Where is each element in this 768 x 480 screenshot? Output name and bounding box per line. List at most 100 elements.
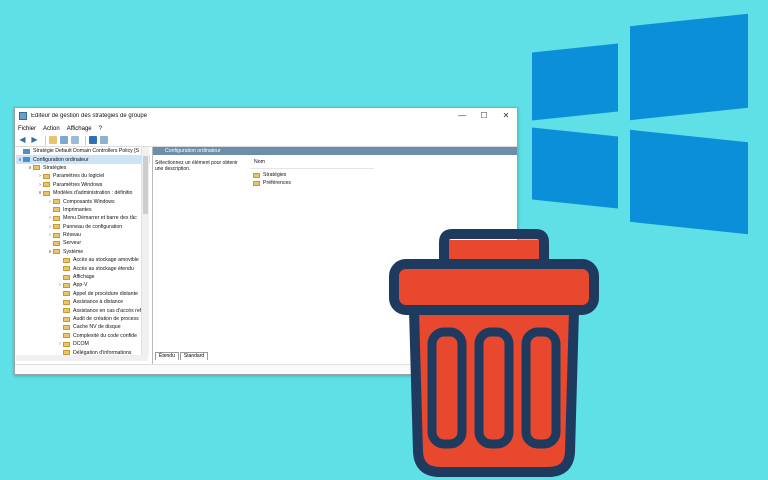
back-arrow-icon[interactable]: ◀ bbox=[18, 136, 27, 144]
folder-icon bbox=[43, 173, 50, 179]
folder-icon bbox=[63, 299, 70, 305]
menu-fichier[interactable]: Fichier bbox=[18, 126, 36, 132]
details-list: Nom Stratégies Préférences bbox=[250, 158, 374, 187]
tree-item[interactable]: Accès au stockage étendu bbox=[16, 264, 150, 272]
trash-slot bbox=[427, 327, 467, 449]
folder-icon bbox=[53, 232, 60, 238]
tree-item-label: Paramètres Windows bbox=[53, 181, 103, 188]
folder-up-icon[interactable] bbox=[49, 136, 57, 144]
windows-logo bbox=[530, 8, 768, 235]
tree-horizontal-scrollbar[interactable] bbox=[16, 355, 148, 361]
scroll-thumb[interactable] bbox=[143, 156, 148, 214]
tree-item[interactable]: Appel de procédure distante bbox=[16, 290, 150, 298]
tree-item[interactable]: ∨ Modèles d'administration : définitio bbox=[16, 189, 150, 197]
list-item[interactable]: Stratégies bbox=[250, 171, 374, 179]
tree-item-label: Imprimantes bbox=[63, 206, 92, 213]
maximize-button[interactable]: ☐ bbox=[473, 111, 495, 120]
export-list-icon[interactable] bbox=[71, 136, 79, 144]
toolbar: ◀ ▶ bbox=[15, 134, 517, 147]
trash-slot bbox=[474, 327, 514, 449]
tree-item-label: Paramètres du logiciel bbox=[53, 173, 105, 180]
folder-icon bbox=[253, 180, 260, 186]
folder-icon bbox=[63, 316, 70, 322]
folder-icon bbox=[53, 199, 60, 205]
title-bar: Éditeur de gestion des stratégies de gro… bbox=[15, 108, 517, 123]
folder-icon bbox=[63, 282, 70, 288]
menu-help[interactable]: ? bbox=[99, 126, 102, 132]
properties-icon[interactable] bbox=[100, 136, 108, 144]
tree-item-label: Configuration ordinateur bbox=[33, 156, 89, 163]
tree-item[interactable]: ∨ Système bbox=[16, 248, 150, 256]
list-item[interactable]: Préférences bbox=[250, 179, 374, 187]
tree-item[interactable]: › App-V bbox=[16, 281, 150, 289]
tree-item-label: App-V bbox=[73, 282, 88, 289]
tree-item[interactable]: Affichage bbox=[16, 273, 150, 281]
trash-lid bbox=[389, 259, 599, 315]
gpo-app-icon bbox=[19, 111, 27, 120]
tab-etendu[interactable]: Étendu bbox=[155, 352, 179, 360]
tree-item[interactable]: Assistance en cas d'accès ref bbox=[16, 306, 150, 314]
folder-icon bbox=[63, 257, 70, 263]
tree-item-label: Modèles d'administration : définitio bbox=[53, 190, 133, 197]
folder-icon bbox=[63, 266, 70, 272]
view-tabs: Étendu Standard bbox=[155, 352, 209, 360]
tree-item[interactable]: ∨ Configuration ordinateur bbox=[16, 155, 150, 164]
tree-item[interactable]: Serveur bbox=[16, 239, 150, 247]
folder-icon bbox=[43, 182, 50, 188]
menu-action[interactable]: Action bbox=[43, 126, 60, 132]
tree-item[interactable]: Imprimantes bbox=[16, 206, 150, 214]
folder-icon bbox=[63, 291, 70, 297]
tree-item[interactable]: › Panneau de configuration bbox=[16, 223, 150, 231]
folder-icon bbox=[53, 207, 60, 213]
tree-item[interactable]: Audit de création de process bbox=[16, 315, 150, 323]
list-item-label: Préférences bbox=[263, 180, 291, 186]
tree-item[interactable]: Cache NV de disque bbox=[16, 323, 150, 331]
folder-icon bbox=[63, 308, 70, 314]
tree-item-label: Complexité du code confide bbox=[73, 332, 138, 339]
tree-vertical-scrollbar[interactable] bbox=[141, 147, 149, 355]
computer-icon bbox=[23, 157, 30, 163]
windows-logo-pane bbox=[630, 129, 748, 235]
tree-item[interactable]: Assistance à distance bbox=[16, 298, 150, 306]
tree-item-label: Cache NV de disque bbox=[73, 324, 121, 331]
tree-item[interactable]: Délégation d'informations bbox=[16, 348, 150, 355]
tree-item[interactable]: › Paramètres du logiciel bbox=[16, 172, 150, 180]
forward-arrow-icon[interactable]: ▶ bbox=[30, 136, 39, 144]
help-icon[interactable] bbox=[89, 136, 97, 144]
close-button[interactable]: ✕ bbox=[495, 111, 517, 120]
tree-item[interactable]: Complexité du code confide bbox=[16, 332, 150, 340]
show-hide-tree-icon[interactable] bbox=[60, 136, 68, 144]
console-tree: Stratégie Default Domain Controllers Pol… bbox=[16, 147, 150, 355]
tree-item[interactable]: › Réseau bbox=[16, 231, 150, 239]
tree-item[interactable]: › DCOM bbox=[16, 340, 150, 348]
tree-item[interactable]: Stratégie Default Domain Controllers Pol… bbox=[16, 147, 150, 155]
tree-item-label: Accès au stockage étendu bbox=[73, 265, 134, 272]
tree-item-label: Composants Windows bbox=[63, 198, 115, 205]
column-header-nom[interactable]: Nom bbox=[250, 158, 374, 169]
menu-affichage[interactable]: Affichage bbox=[67, 126, 92, 132]
tree-item[interactable]: › Composants Windows bbox=[16, 197, 150, 205]
folder-icon bbox=[63, 324, 70, 330]
tree-item-label: Appel de procédure distante bbox=[73, 290, 138, 297]
windows-logo-pane bbox=[532, 127, 618, 209]
folder-icon bbox=[53, 224, 60, 230]
folder-icon bbox=[53, 249, 60, 255]
tree-item[interactable]: Accès au stockage amovible bbox=[16, 256, 150, 264]
tree-item-label: Affichage bbox=[73, 274, 95, 281]
tree-item[interactable]: ∨ Stratégies bbox=[16, 164, 150, 172]
tree-item[interactable]: › Menu Démarrer et barre des tâc bbox=[16, 214, 150, 222]
details-header-label: Configuration ordinateur bbox=[165, 148, 221, 154]
folder-icon bbox=[253, 172, 260, 178]
tree-item[interactable]: › Paramètres Windows bbox=[16, 181, 150, 189]
windows-logo-pane bbox=[630, 13, 748, 121]
tree-item-label: Assistance en cas d'accès ref bbox=[73, 307, 142, 314]
folder-icon bbox=[63, 333, 70, 339]
folder-icon bbox=[43, 190, 50, 196]
toolbar-separator bbox=[45, 135, 46, 145]
description-text: Sélectionnez un élément pour obtenir une… bbox=[155, 160, 238, 172]
tree-item-label: Serveur bbox=[63, 240, 82, 247]
tree-item-label: Accès au stockage amovible bbox=[73, 257, 139, 264]
tab-standard[interactable]: Standard bbox=[179, 352, 209, 360]
trash-can-icon bbox=[389, 229, 599, 477]
minimize-button[interactable]: — bbox=[451, 111, 473, 120]
